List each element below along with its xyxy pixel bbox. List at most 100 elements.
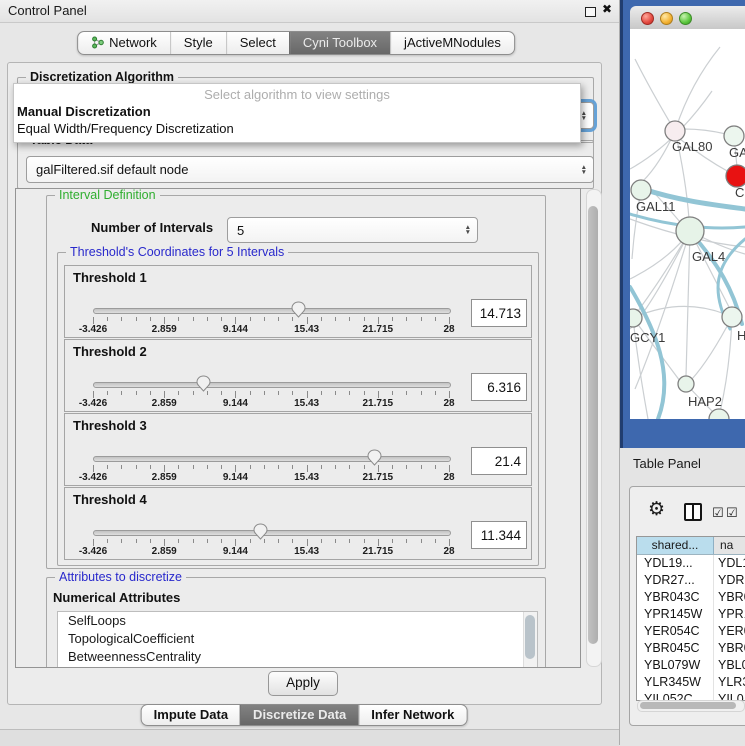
network-node-gal11[interactable]: [631, 180, 651, 200]
slider-thumb-icon[interactable]: [367, 449, 382, 466]
scrollbar-thumb[interactable]: [640, 702, 736, 709]
tab-label: Network: [109, 35, 157, 50]
cell-name[interactable]: YDL1: [713, 555, 745, 572]
cell-shared-name[interactable]: YBR043C: [637, 589, 713, 606]
window-zoom-button[interactable]: [679, 12, 692, 25]
intervals-selected: 5: [237, 223, 244, 238]
list-scrollbar[interactable]: [523, 612, 537, 668]
list-item[interactable]: SelfLoops: [58, 612, 537, 630]
tick-label: 9.144: [223, 472, 248, 483]
numerical-attributes-list[interactable]: SelfLoopsTopologicalCoefficientBetweenne…: [57, 611, 538, 668]
window-close-button[interactable]: [641, 12, 654, 25]
table-row[interactable]: YER054CYER0: [637, 623, 745, 640]
slider-tick-labels: -3.4262.8599.14415.4321.71528: [93, 324, 449, 336]
threshold-label: Threshold 4: [73, 492, 147, 507]
table-data-combobox[interactable]: galFiltered.sif default node ▲▼: [26, 156, 594, 183]
cell-shared-name[interactable]: YER054C: [637, 623, 713, 640]
cell-shared-name[interactable]: YBL079W: [637, 657, 713, 674]
tick-label: 28: [443, 398, 454, 409]
slider-thumb-icon[interactable]: [253, 523, 268, 540]
cell-name[interactable]: YBR0: [713, 640, 745, 657]
float-window-icon[interactable]: [585, 7, 596, 17]
dropdown-placeholder: Select algorithm to view settings: [14, 87, 580, 102]
list-item[interactable]: TopologicalCoefficient: [58, 630, 537, 648]
tick-label: 21.715: [363, 398, 394, 409]
slider-thumb-icon[interactable]: [196, 375, 211, 392]
network-graph: GAL80GACGAL11GAL4GCY1HHAP2: [630, 29, 745, 419]
settings-scrollbar[interactable]: [586, 189, 602, 667]
checkbox-icon[interactable]: ☑: [726, 505, 738, 521]
bottom-tab-impute-data[interactable]: Impute Data: [142, 705, 240, 725]
panel-bottom-strip: [0, 729, 619, 746]
network-node-gcy1[interactable]: [630, 309, 642, 327]
columns-icon[interactable]: [684, 503, 702, 521]
threshold-value-field[interactable]: 14.713: [471, 299, 527, 327]
cell-shared-name[interactable]: YBR045C: [637, 640, 713, 657]
column-header-shared-name[interactable]: shared...: [637, 537, 714, 554]
cell-name[interactable]: YBR0: [713, 589, 745, 606]
table-row[interactable]: YBR043CYBR0: [637, 589, 745, 606]
network-node-gal4[interactable]: [676, 217, 704, 245]
tab-select[interactable]: Select: [226, 32, 289, 54]
table-row[interactable]: YDL19...YDL1: [637, 555, 745, 572]
list-item[interactable]: BetweennessCentrality: [58, 648, 537, 666]
tick-label: 28: [443, 546, 454, 557]
network-node-gal80[interactable]: [665, 121, 685, 141]
network-canvas[interactable]: GAL80GACGAL11GAL4GCY1HHAP2: [630, 29, 745, 419]
network-window-titlebar[interactable]: [630, 6, 745, 30]
cell-name[interactable]: YLR3: [713, 674, 745, 691]
network-edge[interactable]: [635, 59, 675, 131]
tab-network[interactable]: Network: [78, 32, 170, 54]
close-icon[interactable]: ✖: [602, 2, 612, 16]
gear-icon[interactable]: ⚙: [648, 498, 665, 521]
dropdown-option-manual-discretization[interactable]: Manual Discretization: [17, 104, 151, 119]
table-horizontal-scrollbar[interactable]: [637, 700, 745, 712]
column-header-name[interactable]: na: [714, 537, 745, 554]
threshold-panel: Threshold 1 -3.4262.8599.14415.4321.7152…: [64, 265, 532, 338]
network-node-ga[interactable]: [724, 126, 744, 146]
slider-track[interactable]: [93, 382, 451, 388]
cell-shared-name[interactable]: YPR145W: [637, 606, 713, 623]
bottom-tab-discretize-data[interactable]: Discretize Data: [240, 705, 358, 725]
combo-stepper-icon: ▲▼: [581, 165, 587, 175]
threshold-value-field[interactable]: 6.316: [471, 373, 527, 401]
scrollbar-thumb[interactable]: [588, 206, 598, 644]
slider-track[interactable]: [93, 308, 451, 314]
table-row[interactable]: YPR145WYPR1: [637, 606, 745, 623]
network-node-hap2[interactable]: [678, 376, 694, 392]
table-row[interactable]: YDR27...YDR2: [637, 572, 745, 589]
dropdown-option-equal-width-frequency[interactable]: Equal Width/Frequency Discretization: [17, 121, 234, 136]
number-of-intervals-combobox[interactable]: 5 ▲▼: [227, 217, 478, 243]
cell-name[interactable]: YPR1: [713, 606, 745, 623]
window-minimize-button[interactable]: [660, 12, 673, 25]
network-edge[interactable]: [675, 47, 720, 131]
node-label: GAL4: [692, 249, 725, 264]
cell-name[interactable]: YDR2: [713, 572, 745, 589]
network-node-c[interactable]: [726, 165, 745, 187]
tab-jactivemnodules[interactable]: jActiveMNodules: [390, 32, 514, 54]
bottom-tab-infer-network[interactable]: Infer Network: [358, 705, 466, 725]
network-edge[interactable]: [692, 317, 732, 379]
threshold-value-field[interactable]: 21.4: [471, 447, 527, 475]
cell-shared-name[interactable]: YLR345W: [637, 674, 713, 691]
apply-button[interactable]: Apply: [268, 671, 338, 696]
checkbox-icon[interactable]: ☑: [712, 505, 724, 521]
tab-style[interactable]: Style: [170, 32, 226, 54]
tick-label: 15.43: [294, 398, 319, 409]
slider-track[interactable]: [93, 530, 451, 536]
cell-name[interactable]: YER0: [713, 623, 745, 640]
table-row[interactable]: YBR045CYBR0: [637, 640, 745, 657]
tab-cyni-toolbox[interactable]: Cyni Toolbox: [289, 32, 390, 54]
threshold-value-field[interactable]: 11.344: [471, 521, 527, 549]
threshold-label: Threshold 2: [73, 344, 147, 359]
network-edge[interactable]: [686, 231, 690, 376]
cell-name[interactable]: YBL0: [713, 657, 745, 674]
cell-shared-name[interactable]: YDR27...: [637, 572, 713, 589]
slider-thumb-icon[interactable]: [291, 301, 306, 318]
table-row[interactable]: YLR345WYLR3: [637, 674, 745, 691]
network-edge[interactable]: [684, 129, 726, 134]
slider-track[interactable]: [93, 456, 451, 462]
table-row[interactable]: YBL079WYBL0: [637, 657, 745, 674]
network-node-h[interactable]: [722, 307, 742, 327]
cell-shared-name[interactable]: YDL19...: [637, 555, 713, 572]
